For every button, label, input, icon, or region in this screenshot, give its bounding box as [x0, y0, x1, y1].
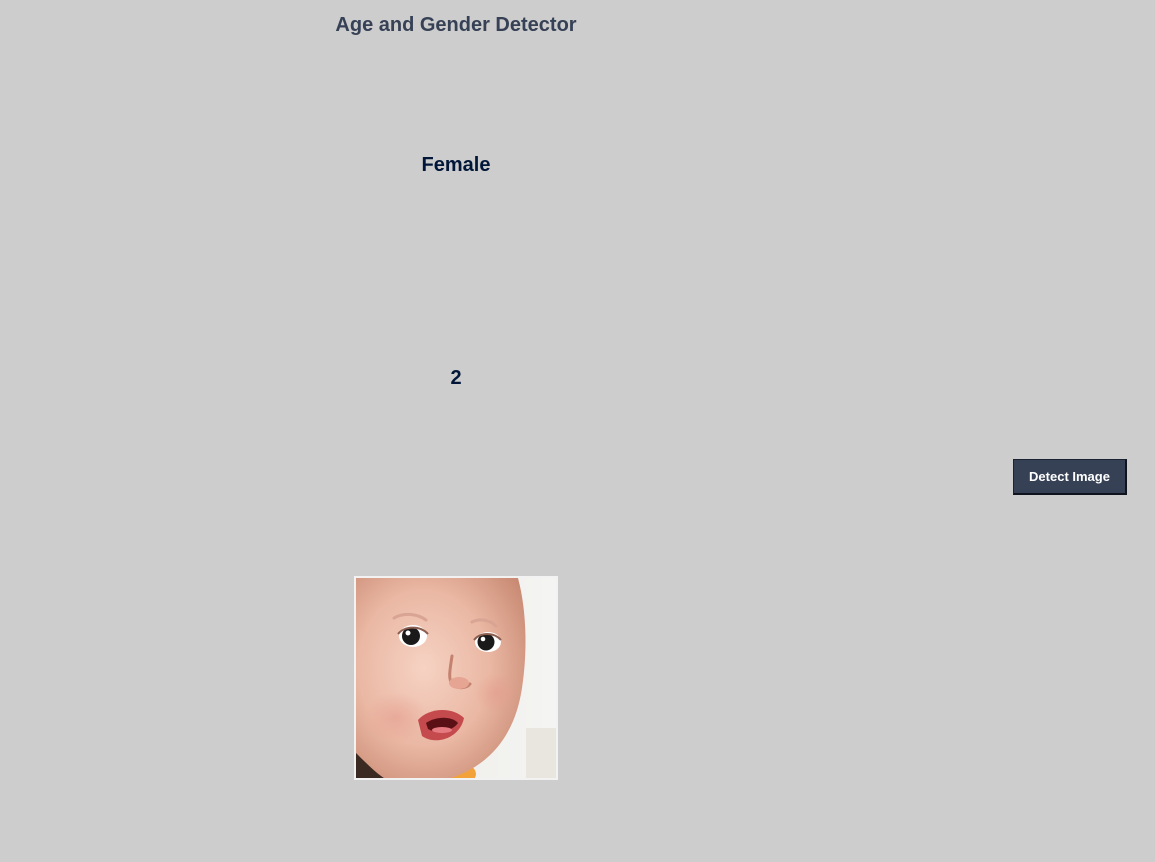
uploaded-image [354, 576, 558, 780]
page-title: Age and Gender Detector [335, 14, 577, 36]
age-label: 2 [450, 367, 462, 389]
gender-label: Female [421, 154, 491, 176]
face-photo-illustration [356, 578, 556, 778]
detect-image-button[interactable]: Detect Image [1013, 459, 1127, 495]
